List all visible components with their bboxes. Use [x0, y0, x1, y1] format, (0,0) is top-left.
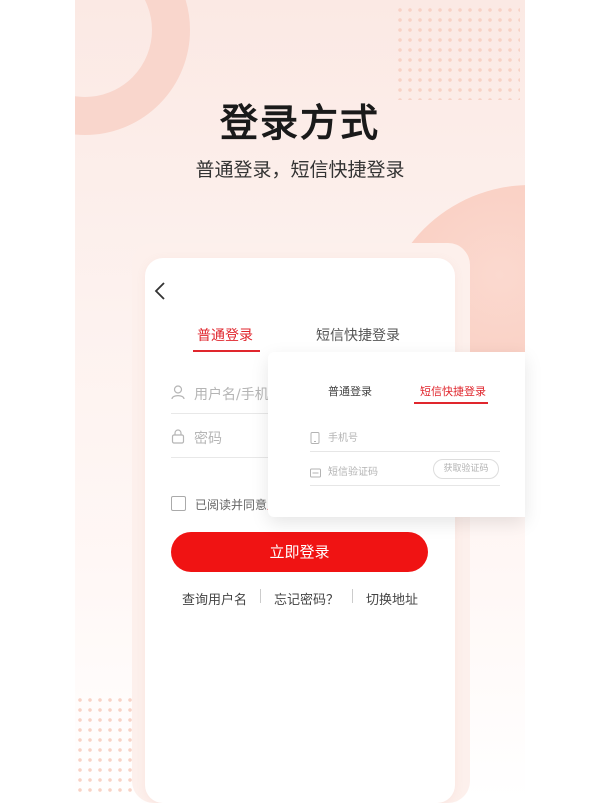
sms-code-icon	[310, 463, 321, 482]
login-button[interactable]: 立即登录	[171, 532, 428, 572]
get-code-button[interactable]: 获取验证码	[433, 459, 499, 479]
forgot-password-link[interactable]: 忘记密码？	[274, 589, 339, 608]
phone-icon	[310, 429, 320, 448]
active-tab-indicator	[193, 350, 260, 352]
divider	[171, 413, 271, 414]
divider	[310, 451, 500, 452]
switch-address-link[interactable]: 切换地址	[366, 589, 418, 608]
lock-icon	[171, 429, 185, 444]
tab-sms-login[interactable]: 短信快捷登录	[316, 325, 400, 345]
login-card	[145, 258, 455, 803]
sms-code-input[interactable]: 短信验证码	[328, 463, 378, 478]
popup-tab-sms-login[interactable]: 短信快捷登录	[420, 383, 486, 399]
find-username-link[interactable]: 查询用户名	[182, 589, 247, 608]
divider	[352, 589, 353, 603]
user-icon	[171, 385, 185, 400]
divider	[171, 457, 271, 458]
username-input[interactable]: 用户名/手机	[194, 384, 269, 404]
divider	[310, 485, 500, 486]
agreement-text: 已阅读并同意用	[195, 496, 279, 513]
sms-login-popup	[268, 352, 525, 517]
chevron-left-icon[interactable]	[153, 281, 173, 305]
tab-normal-login[interactable]: 普通登录	[197, 325, 253, 345]
phone-input[interactable]: 手机号	[328, 429, 358, 444]
agreement-checkbox[interactable]	[171, 496, 186, 511]
page-title: 登录方式	[219, 101, 380, 145]
page-subtitle: 普通登录，短信快捷登录	[195, 159, 405, 181]
agreement-prefix: 已阅读并同意	[195, 498, 268, 512]
popup-tab-normal-login[interactable]: 普通登录	[328, 383, 372, 399]
decorative-dots	[395, 5, 520, 100]
password-input[interactable]: 密码	[194, 428, 222, 448]
divider	[260, 589, 261, 603]
popup-active-tab-indicator	[414, 402, 488, 404]
